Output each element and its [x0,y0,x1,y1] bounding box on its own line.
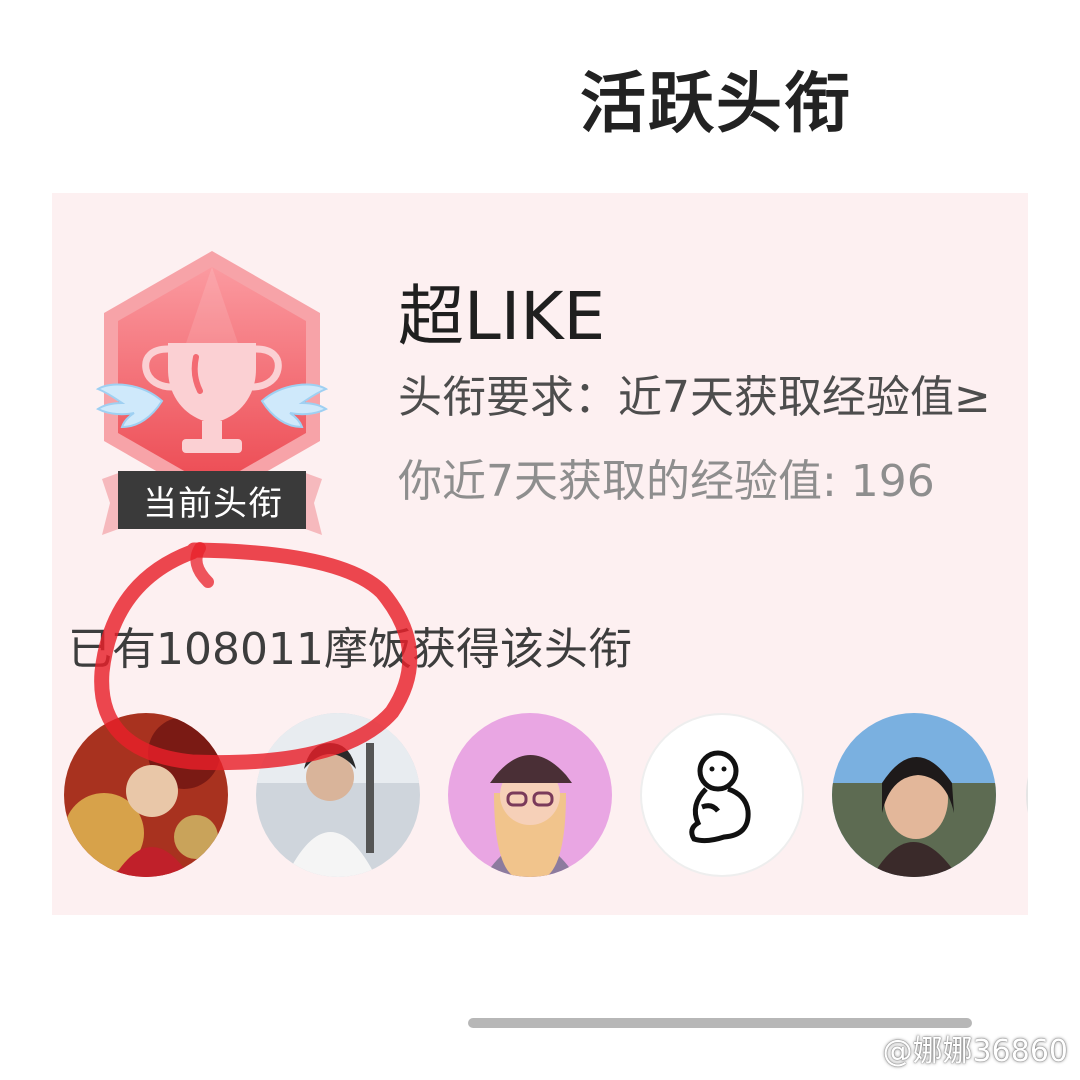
user-experience: 你近7天获取的经验值: 196 [398,456,935,507]
watermark: @娜娜36860 [837,1026,1068,1070]
avatar[interactable] [256,713,420,877]
watermark-text: @娜娜36860 [882,1034,1068,1069]
title-card: 当前头衔 超LIKE 头衔要求：近7天获取经验值≥ 你近7天获取的经验值: 19… [52,193,1028,915]
holders-count-text: 已有108011摩饭获得该头衔 [68,624,632,675]
weibo-icon [837,1031,877,1065]
avatar-partial[interactable] [1026,713,1028,877]
title-name: 超LIKE [398,278,606,355]
title-requirement: 头衔要求：近7天获取经验值≥ [398,372,991,423]
page-title: 活跃头衔 [580,65,852,142]
avatar[interactable] [640,713,804,877]
holder-avatar-list [64,713,1028,883]
avatar[interactable] [64,713,228,877]
avatar[interactable] [448,713,612,877]
current-title-badge: 当前头衔 [92,245,332,535]
avatar[interactable] [832,713,996,877]
badge-label: 当前头衔 [143,483,283,524]
